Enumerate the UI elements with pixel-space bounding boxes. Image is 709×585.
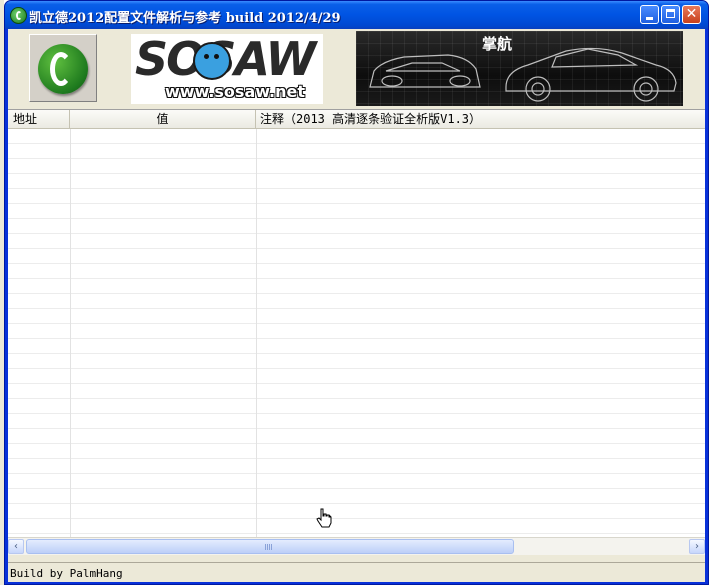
config-table[interactable]: 地址 值 注释（2013 高清逐条验证全析版V1.3） [8, 109, 705, 538]
column-header-notes[interactable]: 注释（2013 高清逐条验证全析版V1.3） [256, 110, 705, 128]
bear-icon [193, 42, 231, 80]
table-header: 地址 值 注释（2013 高清逐条验证全析版V1.3） [8, 110, 705, 129]
table-body[interactable] [8, 129, 705, 538]
scroll-left-button[interactable]: ‹ [8, 539, 24, 554]
status-bar: Build by PalmHang [8, 562, 705, 583]
column-header-value[interactable]: 值 [70, 110, 256, 128]
column-header-address[interactable]: 地址 [8, 110, 70, 128]
main-window: 凯立德2012配置文件解析与参考 build 2012/4/29 ✕ SOSAW… [4, 0, 709, 585]
sosaw-logo[interactable]: SOSAW www.sosaw.net [131, 34, 323, 104]
app-icon[interactable] [10, 7, 27, 24]
scroll-right-button[interactable]: › [689, 539, 705, 554]
window-title: 凯立德2012配置文件解析与参考 build 2012/4/29 [29, 11, 341, 26]
horizontal-scrollbar[interactable]: ‹ › [8, 537, 705, 555]
minimize-icon [646, 17, 653, 20]
grip-icon [265, 544, 273, 550]
hand-cursor-icon [316, 508, 332, 528]
sosaw-url: www.sosaw.net [165, 82, 305, 101]
car-label: 掌航 [482, 35, 513, 53]
maximize-button[interactable] [661, 5, 680, 24]
maximize-icon [666, 9, 675, 18]
column-divider [256, 129, 257, 538]
client-area: SOSAW www.sosaw.net 掌 [8, 29, 705, 582]
logo-button[interactable] [29, 34, 97, 102]
scroll-thumb[interactable] [26, 539, 514, 554]
car-banner[interactable]: 掌航 [356, 31, 683, 106]
minimize-button[interactable] [640, 5, 659, 24]
car-image-icon [369, 47, 677, 102]
logo-icon [38, 44, 88, 94]
title-bar[interactable]: 凯立德2012配置文件解析与参考 build 2012/4/29 ✕ [5, 1, 708, 29]
status-text: Build by PalmHang [10, 567, 123, 580]
close-icon: ✕ [685, 6, 698, 22]
column-divider [70, 129, 71, 538]
close-button[interactable]: ✕ [682, 5, 701, 24]
